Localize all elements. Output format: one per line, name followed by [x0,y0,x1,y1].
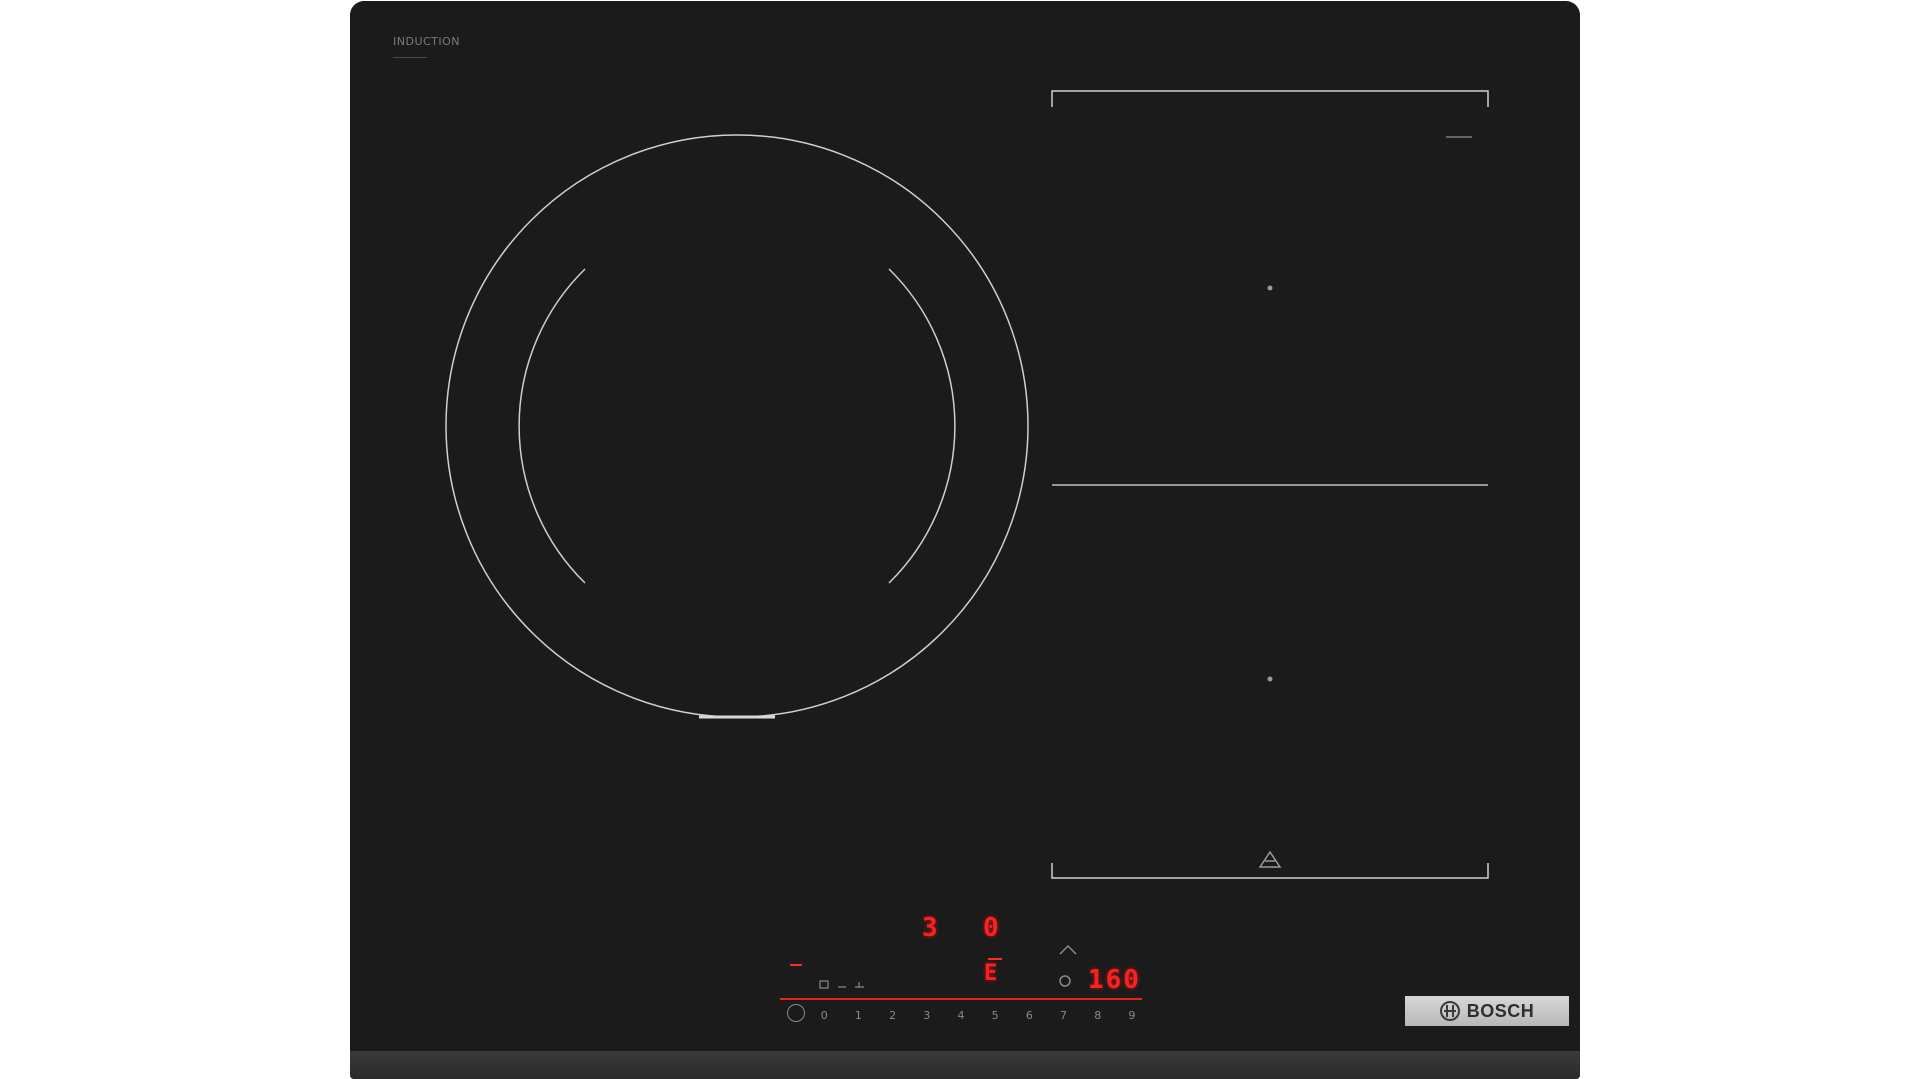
slider-step-2[interactable]: 2 [883,1009,903,1022]
slider-step-3[interactable]: 3 [917,1009,937,1022]
bosch-logo-icon [1439,1001,1460,1021]
timer-icon [1059,975,1071,987]
flex-zone-lower-center-dot [1267,676,1273,682]
flex-zone-bottom-bracket [1051,863,1489,879]
power-slider-track[interactable] [780,998,1142,1000]
brand-badge: BOSCH [1405,996,1569,1026]
round-zone-outer [445,134,1029,718]
slider-step-8[interactable]: 8 [1088,1009,1108,1022]
round-zone-inner-left-arc [518,268,586,584]
slider-step-4[interactable]: 4 [951,1009,971,1022]
slider-step-7[interactable]: 7 [1054,1009,1074,1022]
zone-level-display-mid: 0 [983,913,1001,943]
slider-step-0[interactable]: 0 [814,1009,834,1022]
zone-level-display-left: 3 [922,913,940,943]
bottom-trim [350,1051,1580,1079]
slider-step-9[interactable]: 9 [1122,1009,1142,1022]
indicator-display: E [984,961,1000,986]
zone-select-icon [838,982,864,988]
power-slider[interactable]: 0 1 2 3 4 5 6 7 8 9 [780,1003,1142,1027]
pan-icon [1059,944,1077,955]
flex-zone-symbol-icon [1258,850,1282,868]
induction-cooktop: INDUCTION 3 0 E 160 0 1 2 3 4 5 6 7 8 9 … [350,1,1580,1079]
slider-step-6[interactable]: 6 [1019,1009,1039,1022]
slider-step-1[interactable]: 1 [848,1009,868,1022]
timer-display: 160 [1088,965,1141,995]
brand-name: BOSCH [1466,1000,1535,1021]
slider-step-5[interactable]: 5 [985,1009,1005,1022]
cooking-zones [445,90,1489,989]
flex-zone-upper-center-dot [1267,285,1273,291]
lock-icon [819,980,829,989]
flex-zone-top-bracket [1051,90,1489,107]
round-zone-inner-right-arc [888,268,956,584]
